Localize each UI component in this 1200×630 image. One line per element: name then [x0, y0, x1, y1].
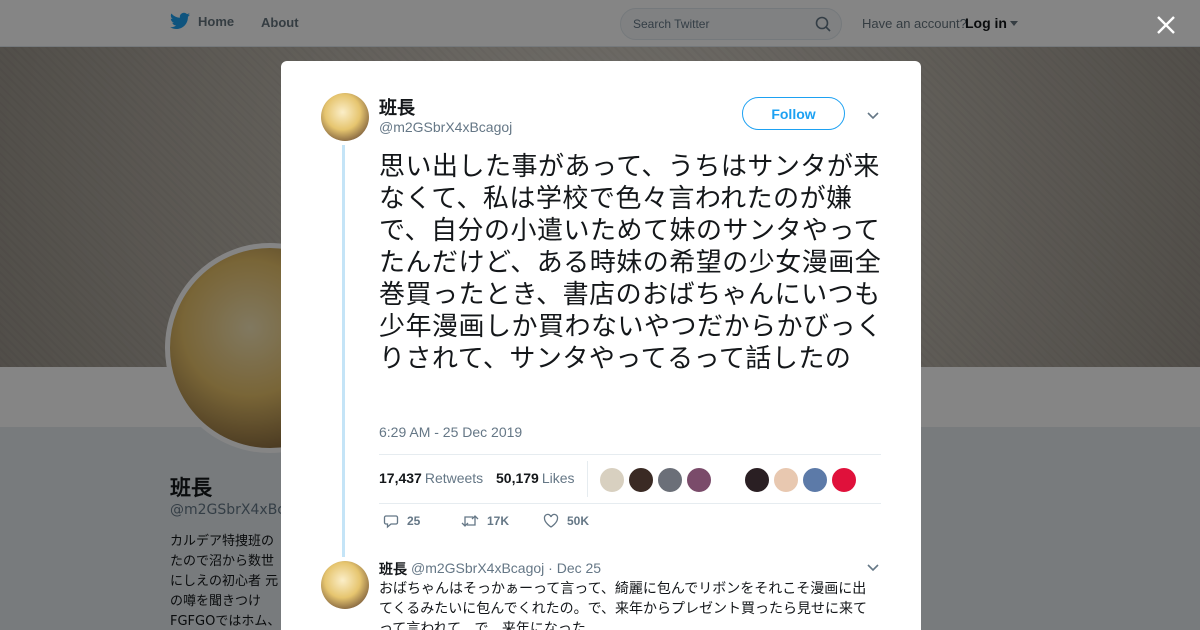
reply-text: おばちゃんはそっかぁーって言って、綺麗に包んでリボンをそれこそ漫画に出てくるみた… [379, 581, 868, 630]
retweet-button[interactable]: 17K [461, 513, 509, 529]
liker-avatar[interactable] [802, 467, 828, 493]
reply-icon [383, 515, 399, 529]
retweets-label: Retweets [424, 470, 484, 486]
stats-divider [587, 461, 588, 497]
reply-meta: @m2GSbrX4xBcagoj · Dec 25 [411, 560, 601, 576]
retweet-icon [461, 515, 479, 527]
retweets-count: 17,437 [379, 470, 422, 486]
like-button[interactable]: 50K [543, 513, 589, 529]
likes-label: Likes [541, 470, 575, 486]
reply-author-name[interactable]: 班長 [379, 559, 407, 579]
reply-chevron-down-icon[interactable] [866, 563, 880, 573]
reply-date[interactable]: Dec 25 [557, 560, 601, 576]
reply-button[interactable]: 25 [383, 513, 420, 529]
liker-avatar[interactable] [599, 467, 625, 493]
reply-author-avatar[interactable] [321, 561, 369, 609]
liker-avatar[interactable] [773, 467, 799, 493]
tweet-stats: 17,437 Retweets 50,179 Likes [379, 454, 881, 504]
chevron-down-icon[interactable] [866, 111, 880, 121]
thread-line [342, 145, 345, 557]
like-count: 50K [567, 514, 590, 528]
likes-count: 50,179 [496, 470, 539, 486]
reply-author-handle[interactable]: @m2GSbrX4xBcagoj [411, 560, 544, 576]
tweet-actions: 25 17K 50K [379, 513, 879, 537]
follow-button[interactable]: Follow [742, 97, 845, 130]
author-handle[interactable]: @m2GSbrX4xBcagoj [379, 119, 512, 135]
retweet-count: 17K [487, 514, 510, 528]
heart-icon [543, 513, 559, 528]
likes-stat[interactable]: 50,179 Likes [496, 470, 575, 486]
tweet-text: 思い出した事があって、うちはサンタが来なくて、私は学校で色々言われたのが嫌で、自… [379, 152, 883, 374]
reply-separator: · [548, 560, 557, 576]
close-icon[interactable] [1153, 12, 1179, 38]
liker-avatar[interactable] [831, 467, 857, 493]
tweet-timestamp[interactable]: 6:29 AM - 25 Dec 2019 [379, 424, 522, 440]
liker-avatar[interactable] [628, 467, 654, 493]
retweets-stat[interactable]: 17,437 Retweets [379, 470, 483, 486]
author-name[interactable]: 班長 [379, 94, 415, 120]
liker-avatar[interactable] [715, 467, 741, 493]
reply-count: 25 [407, 514, 421, 528]
tweet-modal: 班長 @m2GSbrX4xBcagoj Follow 思い出した事があって、うち… [281, 61, 921, 630]
liker-avatar[interactable] [744, 467, 770, 493]
author-avatar[interactable] [321, 93, 369, 141]
liker-avatar[interactable] [686, 467, 712, 493]
liker-avatar[interactable] [657, 467, 683, 493]
